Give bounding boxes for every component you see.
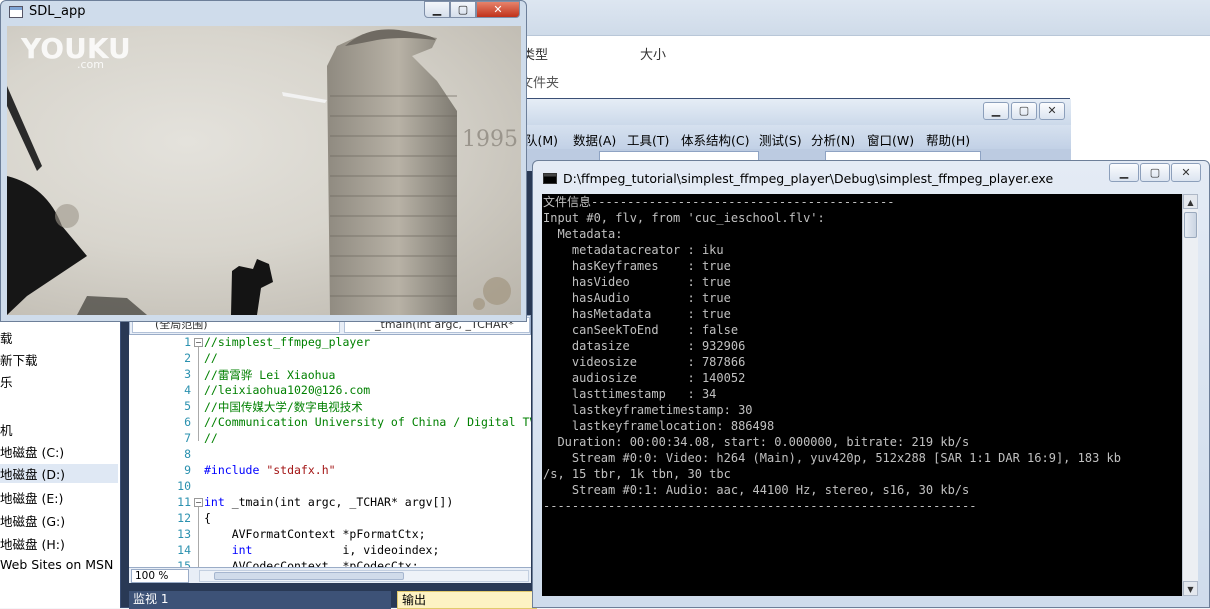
overlay-year: 1995 [462, 127, 518, 152]
collapse-icon[interactable]: − [194, 338, 203, 347]
console-window: D:\ffmpeg_tutorial\simplest_ffmpeg_playe… [532, 160, 1210, 608]
line-number: 3 [184, 367, 191, 381]
code-line: //雷霄骅 Lei Xiaohua [204, 368, 336, 382]
menu-team[interactable]: 队(M) [525, 130, 558, 149]
output-panel-tab[interactable]: 输出 [397, 591, 537, 609]
code-line: int _tmain(int argc, _TCHAR* argv[]) [204, 495, 453, 509]
line-number: 2 [184, 351, 191, 365]
nav-item-recent-downloads[interactable]: 新下载 [0, 350, 38, 369]
close-icon[interactable]: ✕ [476, 1, 520, 18]
console-title: D:\ffmpeg_tutorial\simplest_ffmpeg_playe… [563, 171, 1054, 186]
code-line: // [204, 431, 218, 445]
maximize-icon[interactable]: ▢ [1140, 163, 1170, 182]
menu-window[interactable]: 窗口(W) [867, 130, 914, 149]
console-output-area[interactable]: 文件信息------------------------------------… [542, 194, 1182, 596]
code-line: int i, videoindex; [204, 543, 440, 557]
nav-item-drive-e[interactable]: 地磁盘 (E:) [0, 488, 63, 507]
code-line: //中国传媒大学/数字电视技术 [204, 400, 363, 414]
maximize-icon[interactable]: ▢ [450, 1, 476, 18]
nav-item-music[interactable]: 乐 [0, 372, 13, 391]
zoom-dropdown[interactable]: 100 % [131, 569, 189, 583]
line-number: 10 [177, 479, 191, 493]
line-number: 1 [184, 335, 191, 349]
code-token: int [204, 543, 253, 557]
scroll-down-icon[interactable]: ▼ [1183, 581, 1198, 596]
close-icon[interactable]: ✕ [1039, 102, 1065, 120]
maximize-icon[interactable]: ▢ [1011, 102, 1037, 120]
scroll-thumb[interactable] [214, 572, 404, 580]
scroll-up-icon[interactable]: ▲ [1183, 194, 1198, 209]
window-icon [9, 6, 23, 18]
menu-tools[interactable]: 工具(T) [627, 130, 669, 149]
horizontal-scrollbar[interactable] [199, 570, 529, 582]
video-frame: 1995 YOUKU .com [7, 26, 521, 315]
line-number: 9 [184, 463, 191, 477]
nav-item-drive-h[interactable]: 地磁盘 (H:) [0, 534, 65, 553]
vertical-scrollbar[interactable]: ▲ ▼ [1182, 194, 1198, 596]
line-number: 11 [177, 495, 191, 509]
line-number: 13 [177, 527, 191, 541]
code-line: #include "stdafx.h" [204, 463, 336, 477]
code-token: "stdafx.h" [266, 463, 336, 477]
code-line: //leixiaohua1020@126.com [204, 383, 371, 397]
nav-item[interactable]: 载 [0, 328, 13, 347]
menu-test[interactable]: 测试(S) [759, 130, 802, 149]
code-line: // [204, 351, 218, 365]
minimize-icon[interactable]: ▁ [424, 1, 450, 18]
code-line: AVCodecContext *pCodecCtx; [204, 559, 419, 567]
close-icon[interactable]: ✕ [1171, 163, 1201, 182]
code-line: //Communication University of China / Di… [204, 415, 531, 429]
video-frame-image: 1995 YOUKU .com [7, 29, 518, 315]
nav-item-computer[interactable]: 机 [0, 420, 13, 439]
minimize-icon[interactable]: ▁ [983, 102, 1009, 120]
explorer-nav-pane: 载 新下载 乐 机 地磁盘 (C:) 地磁盘 (D:) 地磁盘 (E:) 地磁盘… [0, 320, 120, 608]
youku-logo-suffix: .com [77, 58, 104, 71]
code-token: int [204, 495, 225, 509]
line-number: 12 [177, 511, 191, 525]
menu-analyze[interactable]: 分析(N) [811, 130, 855, 149]
nav-item-drive-c[interactable]: 地磁盘 (C:) [0, 442, 64, 461]
window-title: SDL_app [29, 4, 86, 19]
nav-item-web-sites-msn[interactable]: Web Sites on MSN [0, 557, 113, 572]
code-line: //simplest_ffmpeg_player [204, 335, 371, 349]
code-line: AVFormatContext *pFormatCtx; [204, 527, 426, 541]
nav-item-drive-d[interactable]: 地磁盘 (D:) [0, 464, 118, 483]
nav-item-drive-g[interactable]: 地磁盘 (G:) [0, 511, 65, 530]
line-number: 14 [177, 543, 191, 557]
console-icon [543, 173, 557, 184]
sdl-app-window: SDL_app ▁ ▢ ✕ 1995 YOUKU .com [0, 0, 527, 322]
code-token: #include [204, 463, 267, 477]
column-size[interactable]: 大小 [640, 44, 666, 63]
scroll-thumb[interactable] [1184, 212, 1197, 238]
line-number: 15 [177, 559, 191, 567]
minimize-icon[interactable]: ▁ [1109, 163, 1139, 182]
code-line: { [204, 511, 211, 525]
line-number: 5 [184, 399, 191, 413]
code-token: i, videoindex; [252, 543, 440, 557]
watch-panel-tab[interactable]: 监视 1 [129, 591, 391, 609]
explorer-toolbar [520, 0, 1210, 36]
code-editor[interactable]: − − 1 2 3 4 5 6 7 8 9 10 11 12 13 14 15 … [129, 335, 531, 567]
menu-data[interactable]: 数据(A) [573, 130, 616, 149]
console-output-text: 文件信息------------------------------------… [543, 195, 1121, 513]
line-number: 7 [184, 431, 191, 445]
code-token: _tmain(int argc, _TCHAR* argv[]) [224, 495, 454, 509]
menu-help[interactable]: 帮助(H) [926, 130, 970, 149]
line-number: 4 [184, 383, 191, 397]
explorer-column-header: 类型 大小 [520, 38, 1210, 66]
line-number: 6 [184, 415, 191, 429]
youku-logo: YOUKU [20, 32, 131, 65]
collapse-icon[interactable]: − [194, 498, 203, 507]
menu-architecture[interactable]: 体系结构(C) [681, 130, 749, 149]
line-number: 8 [184, 447, 191, 461]
editor-status-strip: 100 % [129, 567, 531, 583]
